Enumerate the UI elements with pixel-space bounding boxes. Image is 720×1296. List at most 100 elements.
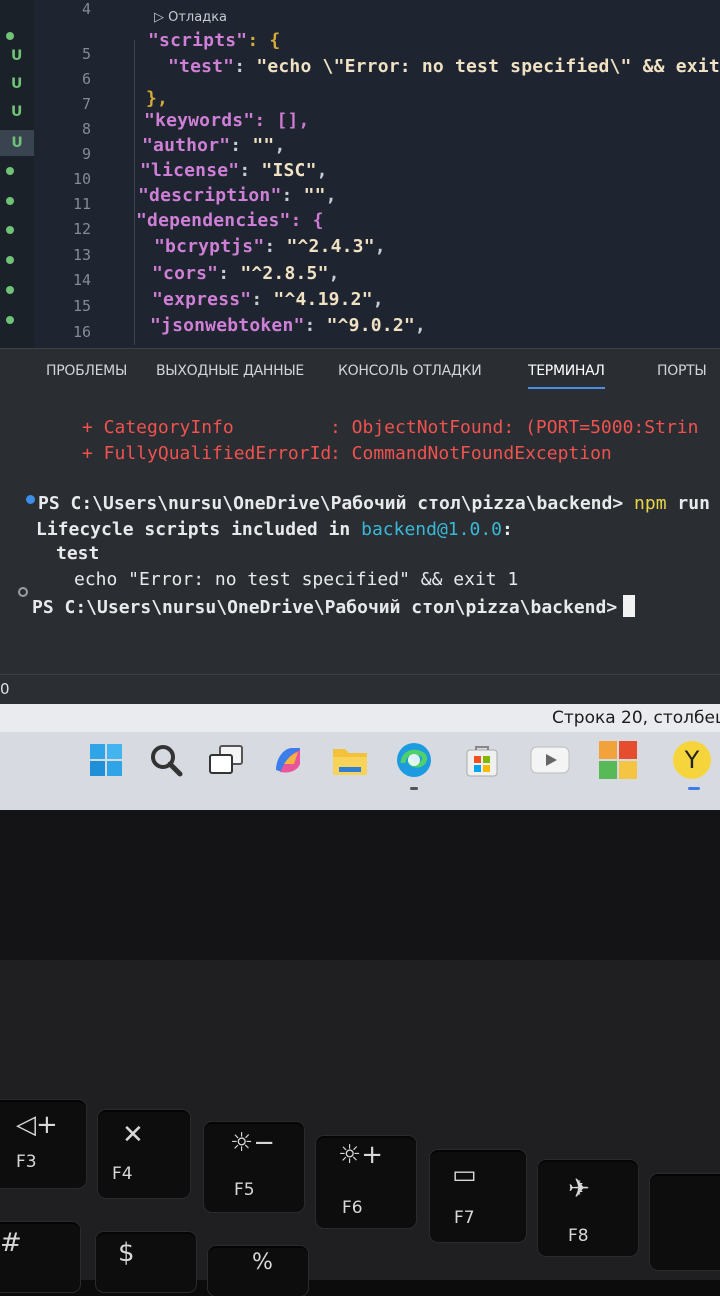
key-5[interactable]: % [208, 1246, 308, 1296]
status-cursor-position[interactable]: Строка 20, столбец [552, 708, 720, 728]
line-number: 4 [81, 0, 91, 18]
json-key: "description" [138, 185, 282, 206]
key-label: F7 [454, 1208, 475, 1228]
code-line-14: "cors": "^2.8.5", [152, 263, 340, 284]
git-change-dot [6, 256, 14, 264]
store-icon[interactable] [462, 740, 502, 780]
git-untracked-marker: U [11, 104, 23, 120]
error-label: + FullyQualifiedErrorId [82, 443, 332, 464]
tab-problems[interactable]: ПРОБЛЕМЫ [46, 363, 127, 379]
json-punct: , [274, 135, 286, 156]
key-symbol: $ [118, 1238, 135, 1268]
task-view-icon[interactable] [206, 740, 246, 780]
laptop-keyboard: ◁+ F3 ✕ F4 ☼− F5 ☼+ F6 ▭ F7 ✈ F8 # $ % [0, 960, 720, 1296]
key-4[interactable]: $ [96, 1232, 196, 1292]
brightness-up-icon: ☼+ [338, 1140, 384, 1170]
command-success-decoration-icon[interactable] [26, 495, 35, 504]
line-number: 9 [81, 145, 91, 163]
json-punct: : { [247, 30, 281, 51]
copilot-icon[interactable] [268, 740, 308, 780]
tab-output[interactable]: ВЫХОДНЫЕ ДАННЫЕ [156, 363, 304, 379]
running-indicator [688, 787, 700, 790]
line-number: 8 [81, 120, 91, 138]
windows-start-icon[interactable] [86, 740, 126, 780]
git-untracked-marker: U [11, 48, 23, 64]
terminal-cursor [623, 595, 636, 617]
tab-terminal[interactable]: ТЕРМИНАЛ [528, 363, 605, 389]
line-number: 12 [72, 220, 91, 238]
search-icon[interactable] [146, 740, 186, 780]
file-explorer-icon[interactable] [330, 740, 370, 780]
code-line-15: "express": "^4.19.2", [152, 289, 384, 310]
key-3[interactable]: # [0, 1222, 80, 1292]
key-f6[interactable]: ☼+ F6 [316, 1136, 416, 1228]
git-gutter: U U U U [0, 0, 34, 348]
line-number: 11 [72, 195, 91, 213]
project-display-icon: ▭ [452, 1160, 477, 1190]
key-f7[interactable]: ▭ F7 [430, 1150, 526, 1242]
error-value: : CommandNotFoundException [330, 443, 612, 464]
json-key: "express" [152, 289, 252, 310]
json-punct: : [304, 315, 327, 336]
git-change-dot [6, 32, 14, 40]
error-label: + CategoryInfo [82, 417, 234, 438]
youtube-icon[interactable] [530, 740, 570, 780]
git-untracked-marker-active[interactable]: U [0, 130, 34, 156]
prompt: PS C:\Users\nursu\OneDrive\Рабочий стол\… [38, 493, 624, 514]
status-bar: 0 [0, 674, 720, 705]
key-label: F3 [16, 1152, 37, 1172]
tab-debug-console[interactable]: КОНСОЛЬ ОТЛАДКИ [338, 363, 482, 379]
code-line-9: "author": "", [142, 135, 286, 156]
code-line-12: "dependencies": { [136, 210, 324, 231]
json-punct: : [234, 56, 257, 77]
line-number: 15 [72, 297, 91, 315]
yandex-browser-icon[interactable]: Y [672, 740, 712, 780]
key-symbol: # [0, 1228, 22, 1258]
key-f3[interactable]: ◁+ F3 [0, 1100, 86, 1188]
error-line: + FullyQualifiedErrorId [82, 443, 331, 464]
indent-guide [134, 40, 135, 345]
key-f8[interactable]: ✈ F8 [538, 1160, 638, 1256]
git-change-dot [6, 197, 14, 205]
panel-tabs: ПРОБЛЕМЫ ВЫХОДНЫЕ ДАННЫЕ КОНСОЛЬ ОТЛАДКИ… [0, 349, 720, 397]
laptop-bezel [0, 810, 720, 960]
line-number: 16 [72, 323, 91, 341]
json-key: "author" [142, 135, 231, 156]
json-punct: : { [290, 210, 324, 231]
tab-ports[interactable]: ПОРТЫ [657, 363, 707, 379]
code-line-11: "description": "", [138, 185, 337, 206]
json-string: "echo \"Error: no test specified\" && ex… [256, 56, 720, 77]
json-punct: , [325, 185, 337, 206]
command-decoration-icon[interactable] [18, 587, 28, 597]
key-f9[interactable] [650, 1174, 720, 1270]
status-bar-right: Строка 20, столбец [0, 704, 720, 734]
json-punct: }, [146, 88, 169, 109]
airplane-mode-icon: ✈ [568, 1174, 590, 1204]
json-string: "^9.0.2" [326, 315, 415, 336]
lifecycle-suffix: : [502, 519, 513, 540]
code-line-6: "test": "echo \"Error: no test specified… [168, 56, 720, 77]
debug-codelens[interactable]: ▷ Отладка [154, 10, 227, 25]
mic-mute-icon: ✕ [122, 1120, 144, 1150]
command-arg: run [677, 493, 710, 514]
microsoft-office-icon[interactable] [598, 740, 638, 780]
json-punct: : [264, 236, 287, 257]
json-punct: : [], [254, 110, 310, 131]
prompt-line: PS C:\Users\nursu\OneDrive\Рабочий стол\… [38, 493, 710, 514]
line-number: 14 [72, 271, 91, 289]
code-line-5: "scripts": { [148, 30, 280, 51]
code-editor[interactable]: U U U U 4 5 6 7 8 9 10 11 12 13 14 15 16… [0, 0, 720, 348]
key-f4[interactable]: ✕ F4 [98, 1110, 190, 1198]
key-f5[interactable]: ☼− F5 [204, 1122, 304, 1212]
key-label: F8 [568, 1226, 589, 1246]
json-punct: , [316, 160, 328, 181]
edge-icon[interactable] [394, 740, 434, 780]
code-line-10: "license": "ISC", [140, 160, 328, 181]
json-punct: : [230, 135, 253, 156]
line-number: 5 [81, 45, 91, 63]
key-label: F6 [342, 1198, 363, 1218]
line-number: 7 [81, 95, 91, 113]
json-string: "^2.8.5" [240, 263, 329, 284]
windows-taskbar: Y [0, 732, 720, 810]
status-problems-count[interactable]: 0 [0, 680, 10, 698]
